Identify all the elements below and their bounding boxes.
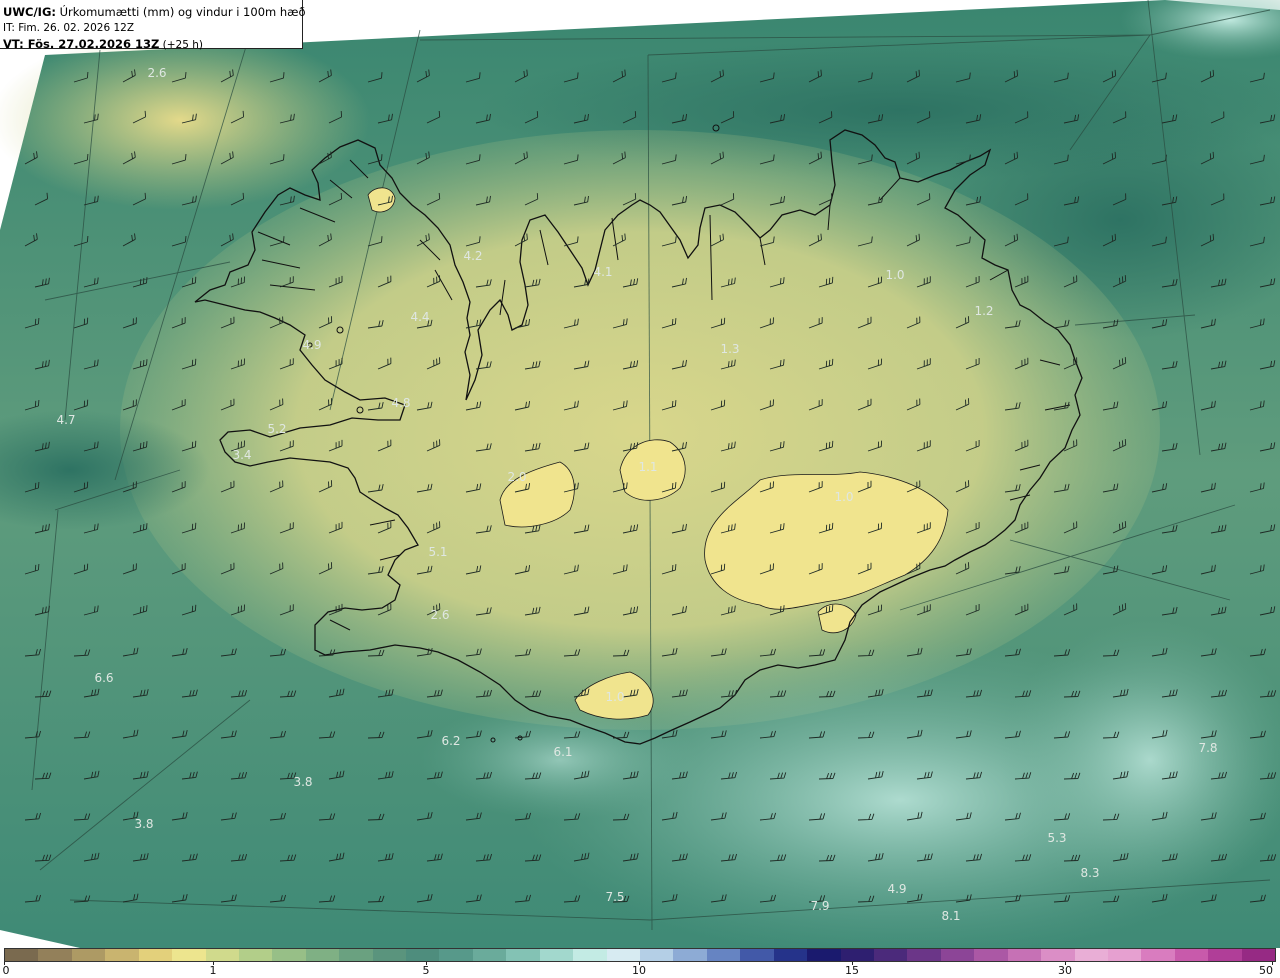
colorbar-segment: [105, 949, 139, 961]
colorbar-segment: [773, 949, 808, 961]
value-label: 7.9: [810, 899, 830, 913]
colorbar-segment: [5, 949, 39, 961]
value-label: 6.6: [94, 671, 114, 685]
colorbar-segment: [573, 949, 607, 961]
valid-time: Fös. 27.02.2026 13Z: [23, 37, 160, 51]
colorbar-segment: [38, 949, 72, 961]
value-label: 5.3: [1047, 831, 1067, 845]
value-label: 4.1: [593, 265, 613, 279]
colorbar-segment: [1074, 949, 1108, 961]
colorbar-segment: [305, 949, 340, 961]
colorbar-segment: [372, 949, 407, 961]
value-label: 5.2: [267, 422, 287, 436]
value-label: 1.2: [974, 304, 994, 318]
value-label: 7.8: [1198, 741, 1218, 755]
colorbar-segment: [640, 949, 674, 961]
value-label: 6.1: [553, 745, 573, 759]
colorbar-segment: [439, 949, 473, 961]
value-label: 8.1: [941, 909, 961, 923]
colorbar-segment: [807, 949, 841, 961]
colorbar-segment: [472, 949, 507, 961]
colorbar-segment: [205, 949, 239, 961]
colorbar-segment: [1107, 949, 1142, 961]
colorbar-segment: [706, 949, 741, 961]
colorbar-segment: [506, 949, 540, 961]
value-label: 4.8: [391, 396, 411, 410]
value-label: 3.8: [134, 817, 154, 831]
colorbar-segment: [873, 949, 908, 961]
value-label: 1.0: [834, 490, 854, 504]
colorbar-segment: [1241, 949, 1276, 961]
value-label: 4.4: [410, 310, 430, 324]
issue-time: IT: Fim. 26. 02. 2026 12Z: [3, 22, 135, 34]
value-label: 4.7: [56, 413, 76, 427]
colorbar-segment: [406, 949, 440, 961]
colorbar-segment: [238, 949, 273, 961]
value-label: 2.6: [147, 66, 167, 80]
value-label: 1.0: [605, 690, 625, 704]
value-label: 3.4: [232, 448, 252, 462]
title-line: UWC/IG: Úrkomumætti (mm) og vindur i 100…: [3, 4, 306, 20]
colorbar-tick-label: 50: [1259, 964, 1273, 977]
valid-time-line: VT: Fös. 27.02.2026 13Z (+25 h): [3, 36, 302, 53]
colorbar-tick-label: 15: [845, 964, 859, 977]
colorbar-segment: [740, 949, 774, 961]
value-label: 1.3: [720, 342, 740, 356]
value-label: 7.5: [605, 890, 625, 904]
colorbar-segment: [172, 949, 206, 961]
value-label: 2.0: [507, 470, 527, 484]
lead-time: (+25 h): [159, 39, 204, 51]
colorbar-tick-label: 0: [2, 964, 10, 977]
colorbar-segment: [272, 949, 306, 961]
colorbar-segment: [606, 949, 641, 961]
colorbar: 0 1 5 10 15 30 50: [0, 948, 1280, 978]
colorbar-segment: [1174, 949, 1209, 961]
title-box: UWC/IG: Úrkomumætti (mm) og vindur i 100…: [0, 0, 306, 51]
value-label: 4.9: [887, 882, 907, 896]
product-label: UWC/IG:: [3, 5, 56, 19]
colorbar-segment: [1208, 949, 1242, 961]
warm-band-nw: [0, 30, 370, 210]
value-label: 3.8: [293, 775, 313, 789]
value-label: 4.9: [302, 338, 322, 352]
colorbar-segment: [71, 949, 106, 961]
value-label: 4.2: [463, 249, 483, 263]
colorbar-tick-label: 5: [422, 964, 430, 977]
colorbar-segment: [138, 949, 173, 961]
colorbar-segment: [1141, 949, 1175, 961]
colorbar-segment: [339, 949, 373, 961]
valid-prefix: VT:: [3, 37, 24, 51]
colorbar-segment: [1007, 949, 1042, 961]
colorbar-tick-label: 30: [1058, 964, 1072, 977]
colorbar-segment: [840, 949, 874, 961]
colorbar-strip: [4, 948, 1276, 962]
colorbar-segment: [539, 949, 574, 961]
value-label: 1.1: [638, 460, 658, 474]
colorbar-segment: [1041, 949, 1075, 961]
value-label: 1.0: [885, 268, 905, 282]
colorbar-segment: [673, 949, 707, 961]
value-label: 8.3: [1080, 866, 1100, 880]
value-label: 5.1: [428, 545, 448, 559]
value-label: 6.2: [441, 734, 461, 748]
map-panel: UWC/IG: Úrkomumætti (mm) og vindur i 100…: [0, 0, 1280, 948]
field-title: Úrkomumætti (mm) og vindur i 100m hæð: [55, 5, 306, 19]
colorbar-tick-label: 10: [632, 964, 646, 977]
colorbar-segment: [907, 949, 941, 961]
colorbar-segment: [940, 949, 975, 961]
colorbar-tick-label: 1: [209, 964, 217, 977]
colorbar-segment: [974, 949, 1008, 961]
value-label: 2.6: [430, 608, 450, 622]
